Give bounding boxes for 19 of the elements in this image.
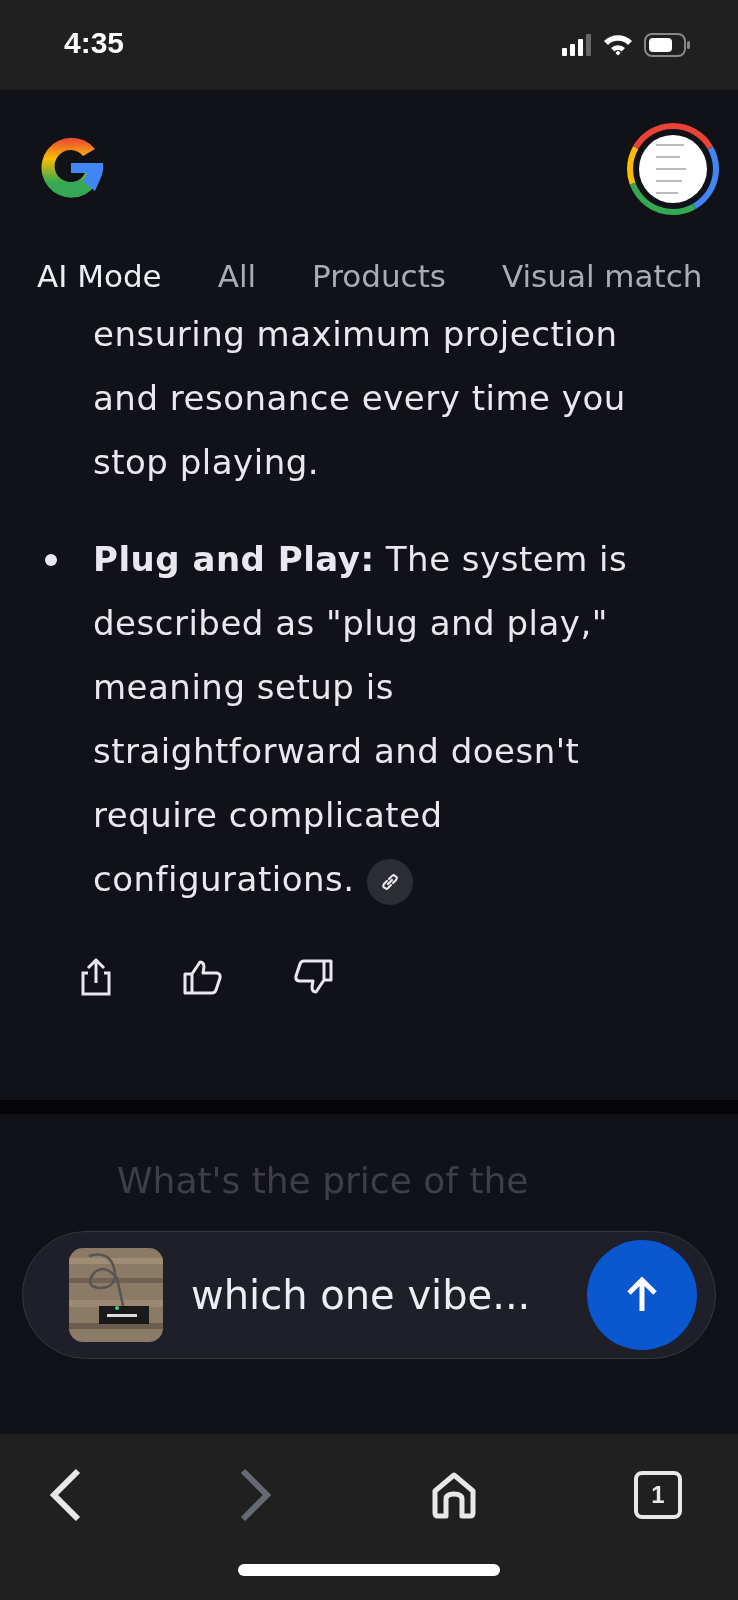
search-tab[interactable]: All: [217, 258, 257, 302]
thumbs-down-icon[interactable]: [292, 959, 334, 995]
back-icon[interactable]: [48, 1467, 82, 1523]
home-icon[interactable]: [430, 1471, 477, 1519]
answer-paragraph: ensuring maximum projection and resonance every time you stop playing.: [93, 313, 627, 484]
bullet-icon: [45, 554, 57, 566]
search-tab[interactable]: Visual match: [501, 258, 703, 302]
signal-icon: [562, 34, 592, 56]
prompt-field[interactable]: which one vibe...: [22, 1231, 716, 1359]
bullet-text: Plug and Play: The system is described as "plug and play," meaning setup is straightforward and doesn't require complicated configurations.: [93, 527, 673, 911]
thumbs-up-icon[interactable]: [182, 959, 224, 995]
account-avatar[interactable]: [626, 122, 720, 216]
wifi-icon: [602, 33, 634, 57]
search-tab[interactable]: AI Mode: [37, 258, 162, 302]
search-tab[interactable]: Products: [312, 258, 446, 302]
battery-icon: [644, 33, 690, 57]
clock-time: 4:35: [64, 26, 125, 61]
send-button[interactable]: [587, 1240, 697, 1350]
tab-count-button[interactable]: 1: [634, 1471, 682, 1519]
